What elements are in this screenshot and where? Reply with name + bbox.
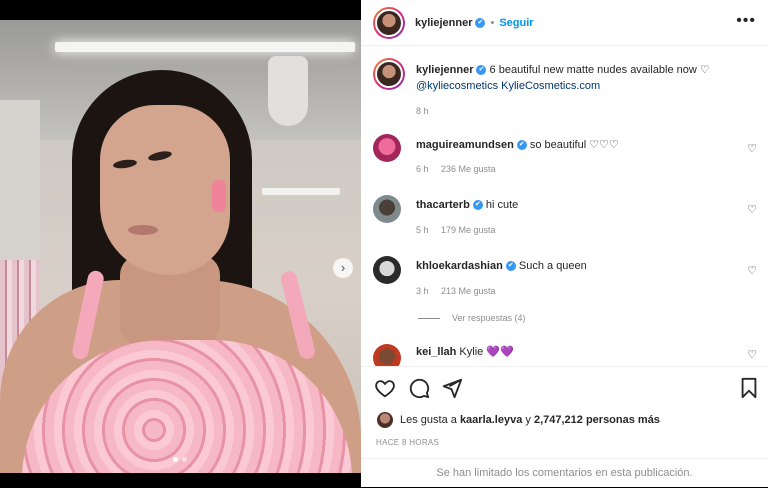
comment-heart-icon[interactable]: ♡ [747, 203, 757, 216]
comment-item: thacarterb ✔ hi cute 5 h 179 Me gusta ♡ [373, 195, 763, 245]
comment-body: maguireamundsen ✔ so beautiful ♡♡♡ [416, 138, 619, 151]
verified-icon: ✔ [472, 200, 483, 211]
action-bar [361, 366, 768, 406]
author-avatar[interactable] [373, 6, 405, 39]
comment-text: Kylie 💜💜 [459, 346, 514, 358]
post-side-panel: kyliejenner ✔ • Seguir ••• kyliejenner ✔ … [361, 0, 768, 487]
comment-text: hi cute [485, 199, 519, 211]
view-replies-button[interactable]: Ver respuestas (4) [418, 313, 526, 323]
comment-meta: 5 h 179 Me gusta [416, 225, 506, 235]
save-bookmark-icon[interactable] [738, 377, 760, 399]
commenter-username[interactable]: thacarterb [416, 199, 470, 211]
verified-icon: ✔ [505, 261, 516, 272]
post-caption: kyliejenner ✔ 6 beautiful new matte nudes… [373, 58, 753, 116]
caption-text-block: kyliejenner ✔ 6 beautiful new matte nudes… [416, 62, 746, 119]
comment-text: so beautiful ♡♡♡ [529, 139, 619, 151]
follow-button[interactable]: Seguir [499, 17, 533, 29]
caption-mention[interactable]: @kyliecosmetics [416, 80, 498, 92]
share-icon[interactable] [441, 377, 463, 399]
liker-username[interactable]: kaarla.leyva [460, 414, 522, 426]
carousel-dot [182, 457, 187, 462]
commenter-avatar[interactable] [373, 195, 401, 223]
caption-username[interactable]: kyliejenner [416, 64, 473, 76]
verified-icon: ✔ [476, 65, 487, 76]
comment-heart-icon[interactable]: ♡ [747, 142, 757, 155]
commenter-avatar[interactable] [373, 256, 401, 284]
caption-text: 6 beautiful new matte nudes available no… [489, 64, 710, 76]
photo-light-2 [262, 188, 340, 195]
comment-time: 5 h [416, 225, 429, 235]
caption-link[interactable]: KylieCosmetics.com [501, 80, 600, 92]
photo-face [100, 105, 230, 275]
comment-heart-icon[interactable]: ♡ [747, 264, 757, 277]
replies-divider [418, 317, 440, 319]
likes-count[interactable]: 2,747,212 personas más [534, 414, 660, 426]
photo-earring [212, 180, 226, 212]
commenter-username[interactable]: kei_llah [416, 346, 456, 358]
photo-light [55, 42, 355, 52]
more-options-icon[interactable]: ••• [736, 13, 756, 29]
comment-text: Such a queen [518, 260, 587, 272]
commenter-username[interactable]: maguireamundsen [416, 139, 514, 151]
comment-likes[interactable]: 236 Me gusta [441, 164, 496, 174]
commenter-avatar[interactable] [373, 344, 401, 366]
verified-icon: ✔ [516, 140, 527, 151]
comment-meta: 3 h 213 Me gusta [416, 286, 506, 296]
liker-avatar[interactable] [377, 412, 393, 428]
comments-limited-notice: Se han limitado los comentarios en esta … [361, 458, 768, 487]
view-replies-label: Ver respuestas (4) [452, 313, 526, 323]
comment-meta: 6 h 236 Me gusta [416, 164, 506, 174]
photo-lamp [268, 56, 308, 126]
commenter-username[interactable]: khloekardashian [416, 260, 503, 272]
carousel-next-button[interactable]: › [333, 258, 353, 278]
like-heart-icon[interactable] [374, 377, 396, 399]
photo-lips [128, 225, 158, 235]
comment-heart-icon[interactable]: ♡ [747, 348, 757, 361]
comment-item: kei_llah Kylie 💜💜 ♡ [373, 344, 763, 366]
comment-time: 6 h [416, 164, 429, 174]
comment-body: kei_llah Kylie 💜💜 [416, 345, 514, 358]
comment-likes[interactable]: 213 Me gusta [441, 286, 496, 296]
author-username[interactable]: kyliejenner [415, 17, 472, 29]
likes-prefix: Les gusta a [400, 414, 457, 426]
post-photo[interactable]: › [0, 20, 361, 473]
comment-icon[interactable] [408, 377, 430, 399]
likes-summary: Les gusta a kaarla.leyva y 2,747,212 per… [377, 412, 660, 428]
caption-avatar[interactable] [373, 58, 405, 90]
comment-body: thacarterb ✔ hi cute [416, 199, 518, 211]
post-viewer: › kyliejenner ✔ • Seguir ••• kyliejenner… [0, 0, 768, 487]
separator: • [490, 16, 495, 29]
comment-body: khloekardashian ✔ Such a queen [416, 260, 587, 272]
comment-time: 3 h [416, 286, 429, 296]
comment-likes[interactable]: 179 Me gusta [441, 225, 496, 235]
carousel-dot-active [173, 457, 178, 462]
verified-icon: ✔ [475, 17, 486, 28]
post-header: kyliejenner ✔ • Seguir ••• [361, 0, 768, 46]
post-time: HACE 8 HORAS [376, 438, 440, 447]
commenter-avatar[interactable] [373, 134, 401, 162]
carousel-indicator [173, 457, 187, 462]
caption-time: 8 h [416, 106, 429, 116]
comment-item: khloekardashian ✔ Such a queen 3 h 213 Me… [373, 256, 763, 306]
likes-middle: y [525, 414, 531, 426]
comment-item: maguireamundsen ✔ so beautiful ♡♡♡ 6 h 23… [373, 134, 763, 184]
